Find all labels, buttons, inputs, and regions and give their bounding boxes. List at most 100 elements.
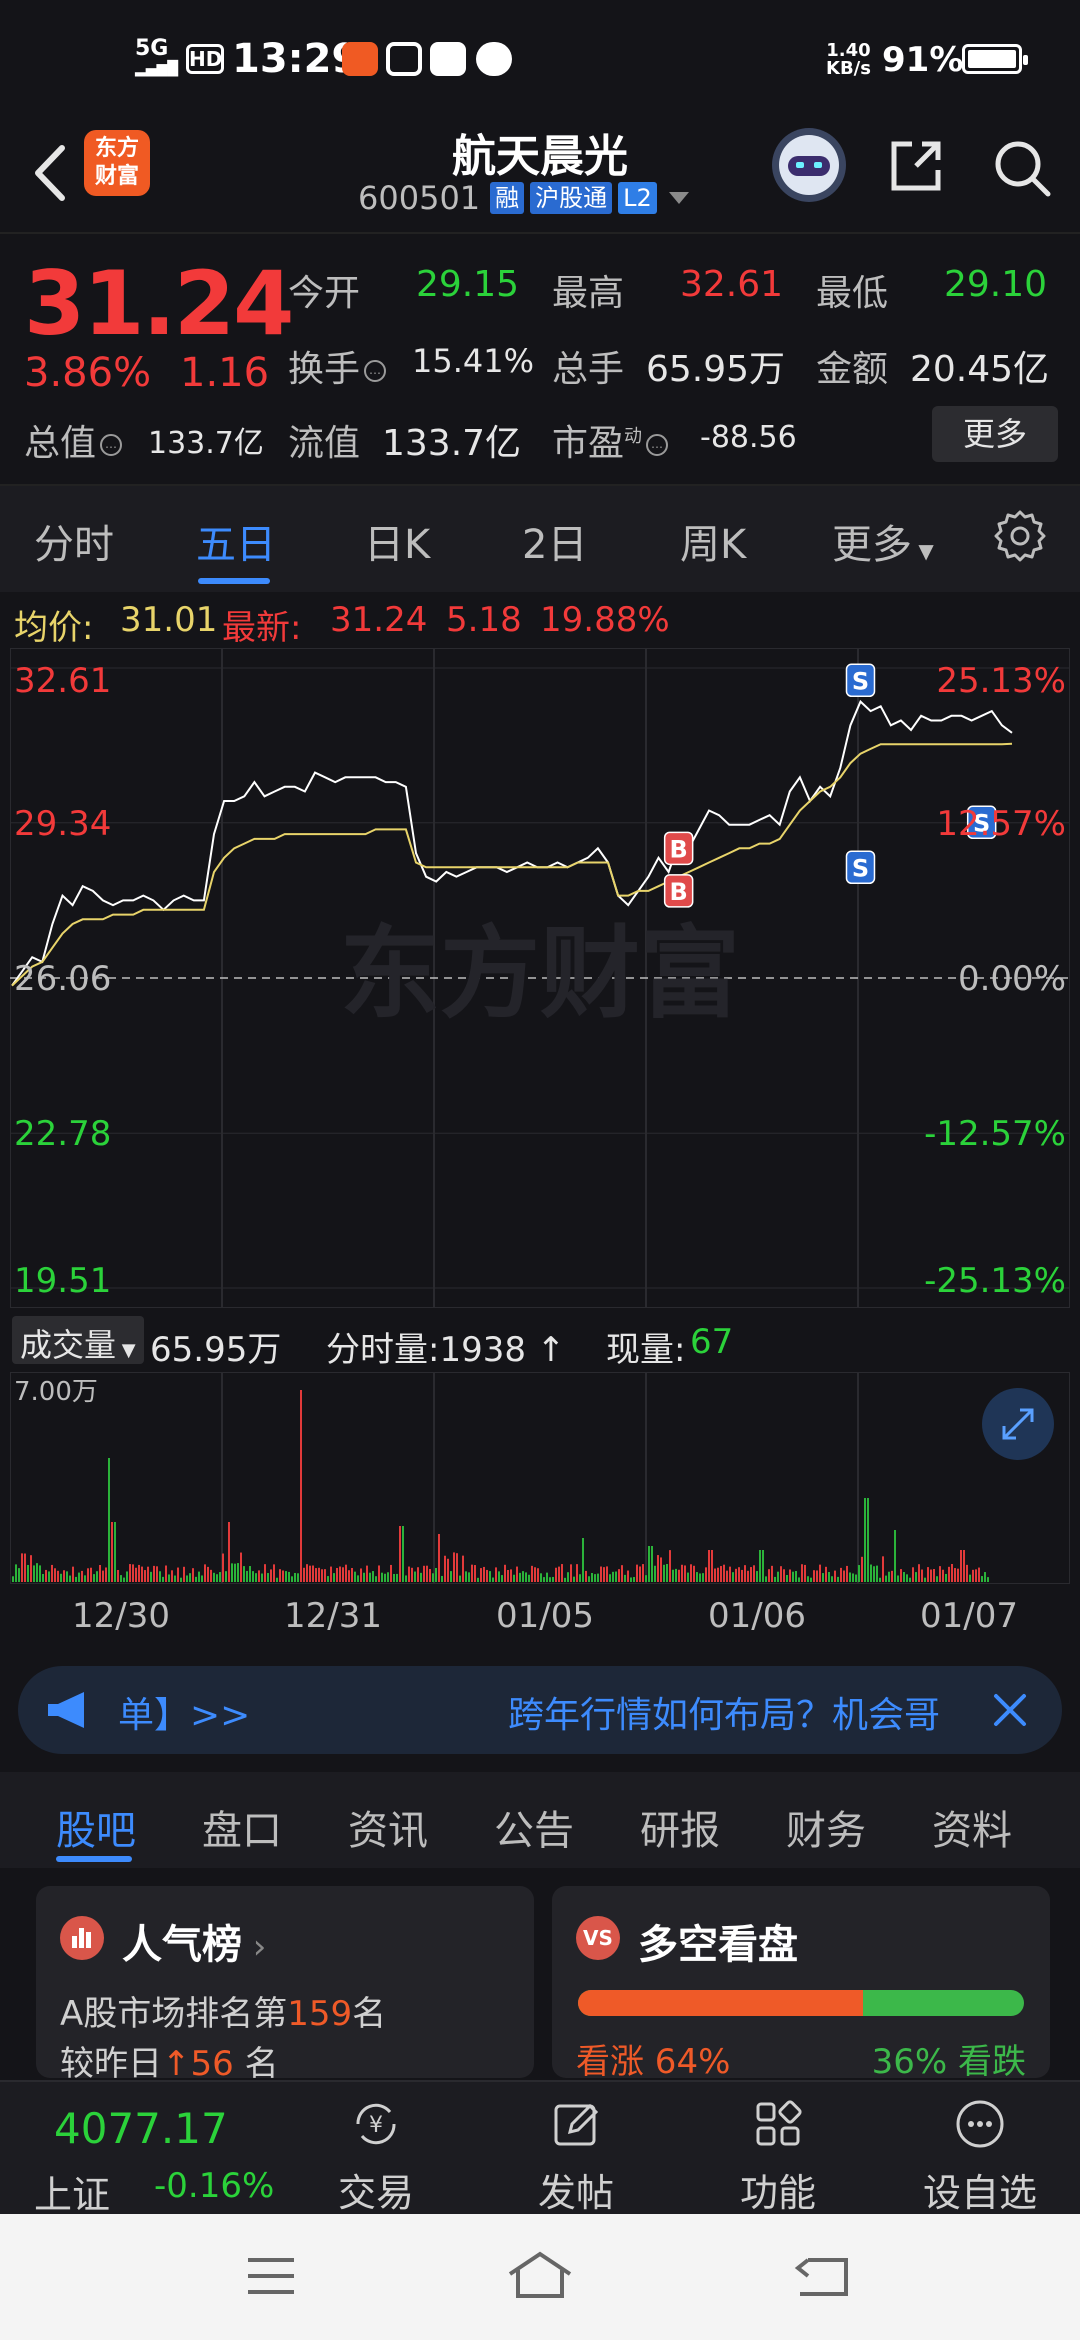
volume-bar — [825, 1566, 827, 1582]
volume-bar — [936, 1576, 938, 1582]
pe-label: 市盈动… — [552, 414, 672, 466]
news-banner[interactable]: 单】>> 跨年行情如何布局？机会哥 — [18, 1666, 1062, 1754]
y-tick-left: 29.34 — [14, 804, 111, 844]
volume-bar — [474, 1565, 476, 1582]
share-icon[interactable] — [886, 136, 946, 196]
volume-bar — [612, 1571, 614, 1582]
sentiment-card[interactable]: VS 多空看盘 看涨 64% 36% 看跌 — [552, 1886, 1050, 2078]
volume-bar — [162, 1576, 164, 1582]
volume-bar — [657, 1555, 659, 1582]
tab-five-day[interactable]: 五日 — [196, 512, 276, 570]
amount-value: 20.45亿 — [910, 349, 1050, 390]
volume-bar — [750, 1567, 752, 1582]
index-change: -0.16% — [154, 2166, 275, 2206]
volume-bar — [270, 1569, 272, 1582]
tab-intraday[interactable]: 分时 — [34, 512, 114, 570]
info-icon[interactable]: … — [364, 360, 387, 382]
volume-bar — [852, 1573, 854, 1582]
tab-weekly-k[interactable]: 周K — [680, 512, 746, 570]
close-icon[interactable] — [990, 1690, 1030, 1730]
volume-bar — [978, 1567, 980, 1582]
y-tick-right: 0.00% — [958, 959, 1066, 999]
volume-bar — [354, 1571, 356, 1582]
banner-headline[interactable]: 跨年行情如何布局？机会哥 — [508, 1686, 978, 1738]
tab-research[interactable]: 研报 — [640, 1798, 720, 1856]
assistant-robot-icon[interactable] — [772, 128, 846, 202]
back-nav-icon[interactable] — [794, 2254, 850, 2300]
post-button[interactable]: 发帖 — [506, 2082, 646, 2216]
now-volume-value: 67 — [690, 1322, 734, 1362]
volume-bar — [564, 1577, 566, 1582]
connect-tag: 沪股通 — [530, 182, 613, 214]
expand-icon[interactable] — [982, 1388, 1054, 1460]
trade-button[interactable]: ¥ 交易 — [306, 2082, 446, 2216]
volume-bar — [573, 1576, 575, 1582]
gear-icon[interactable] — [992, 508, 1048, 564]
tab-finance[interactable]: 财务 — [786, 1798, 866, 1856]
volume-bar — [264, 1564, 266, 1582]
volume-bar — [927, 1567, 929, 1582]
tab-announcements[interactable]: 公告 — [494, 1798, 574, 1856]
volume-bar — [228, 1522, 230, 1582]
tab-more[interactable]: 更多 ▼ — [832, 512, 934, 570]
volume-bar — [942, 1569, 944, 1582]
volume-bar — [99, 1565, 101, 1582]
tab-two-day[interactable]: 2日 — [522, 512, 587, 570]
volume-bar — [234, 1563, 236, 1582]
volume-selector[interactable]: 成交量 ▼ — [12, 1316, 144, 1364]
pe-value: -88.56 — [700, 420, 797, 455]
info-icon[interactable]: … — [100, 434, 123, 456]
volume-bar — [309, 1565, 311, 1582]
now-volume-label: 现量: — [606, 1330, 686, 1370]
chart-watermark: 东方财富 — [340, 915, 740, 1032]
volume-bar — [171, 1570, 173, 1582]
tab-order-book[interactable]: 盘口 — [202, 1798, 282, 1856]
volume-bar — [678, 1569, 680, 1582]
volume-bar — [642, 1564, 644, 1582]
volume-bar — [576, 1564, 578, 1582]
chart-info-line: 均价: 31.01 最新: 31.24 5.18 19.88% — [0, 592, 1080, 648]
latest-value: 31.24 — [330, 600, 428, 640]
tab-forum[interactable]: 股吧 — [56, 1798, 136, 1856]
volume-bar — [372, 1571, 374, 1582]
add-watchlist-button[interactable]: 设自选 — [910, 2082, 1050, 2216]
tab-profile[interactable]: 资料 — [932, 1798, 1012, 1856]
volume-bar — [681, 1564, 683, 1582]
volume-bar — [714, 1568, 716, 1582]
bear-label: 36% 看跌 — [871, 2042, 1026, 2078]
more-button[interactable]: 更多 — [932, 406, 1058, 462]
volume-chart[interactable]: 7.00万 — [10, 1372, 1070, 1584]
stock-code-row[interactable]: 600501 融 沪股通 L2 — [358, 179, 689, 217]
volume-bar — [294, 1572, 296, 1582]
latest-label: 最新: — [222, 608, 302, 648]
volume-bar — [537, 1568, 539, 1582]
price-chart[interactable]: 东方财富 BBSSS 32.61 25.13%29.34 12.57%26.06 0.… — [10, 648, 1070, 1308]
home-icon[interactable] — [506, 2250, 574, 2300]
volume-bar — [366, 1565, 368, 1582]
volume-bar — [519, 1572, 521, 1582]
tab-daily-k[interactable]: 日K — [364, 512, 430, 570]
volume-bar — [567, 1572, 569, 1582]
volume-bar — [390, 1564, 392, 1582]
menu-icon[interactable] — [244, 2254, 298, 2298]
volume-bar — [204, 1564, 206, 1582]
volume-bar — [828, 1571, 830, 1582]
low-value: 29.10 — [944, 264, 1048, 305]
volume-bar — [435, 1567, 437, 1582]
volume-bar — [975, 1569, 977, 1582]
popularity-card[interactable]: 人气榜 › A股市场排名第159名 较昨日↑56 名 — [36, 1886, 534, 2078]
volume-bar — [912, 1567, 914, 1582]
volume-bar — [12, 1576, 14, 1582]
tab-news[interactable]: 资讯 — [348, 1798, 428, 1856]
volume-bar — [801, 1564, 803, 1582]
y-tick-right: -25.13% — [924, 1261, 1066, 1301]
volume-bar — [180, 1577, 182, 1582]
function-button[interactable]: 功能 — [708, 2082, 848, 2216]
info-icon[interactable]: … — [646, 434, 669, 456]
volume-bar — [471, 1564, 473, 1582]
search-icon[interactable] — [990, 136, 1054, 200]
volume-bar — [411, 1567, 413, 1582]
index-ticker[interactable]: 4077.17 上证 -0.16% — [0, 2082, 290, 2217]
more-dots-icon — [956, 2100, 1004, 2148]
volume-bar — [831, 1576, 833, 1582]
